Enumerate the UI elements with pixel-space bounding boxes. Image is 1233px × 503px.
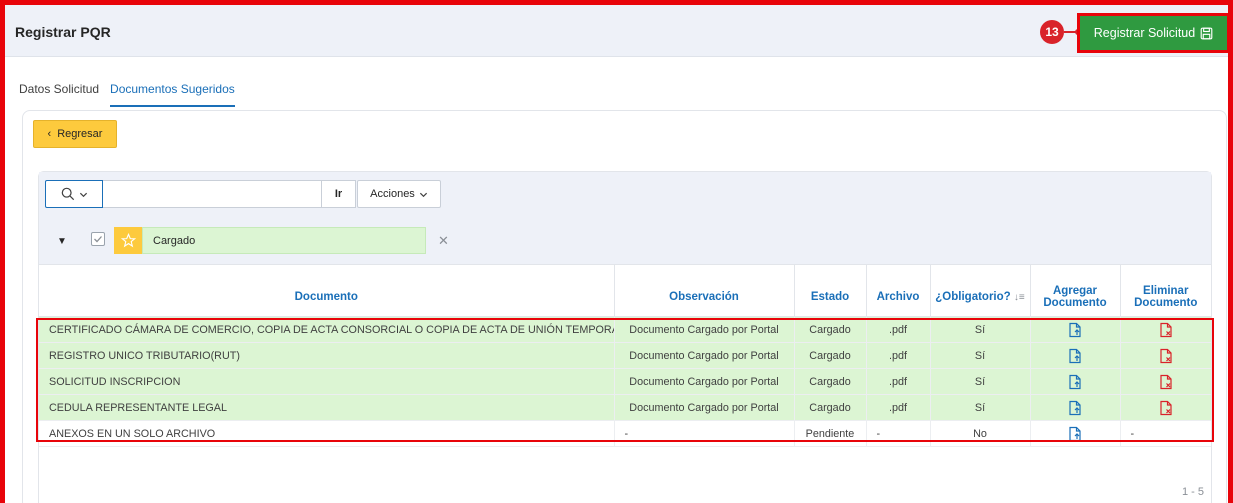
- cell-agregar[interactable]: [1030, 368, 1121, 395]
- chevron-down-icon: [79, 192, 87, 197]
- cell-estado: Cargado: [794, 394, 867, 421]
- file-delete-icon[interactable]: [1159, 400, 1173, 416]
- cell-agregar[interactable]: [1030, 342, 1121, 369]
- cell-estado: Cargado: [794, 342, 867, 369]
- cell-estado: Pendiente: [794, 420, 867, 447]
- chevron-left-icon: ‹: [47, 128, 52, 140]
- cell-archivo: .pdf: [866, 368, 931, 395]
- table-header-row: Documento Observación Estado Archivo ¿Ob…: [39, 264, 1211, 317]
- column-header-documento[interactable]: Documento: [39, 264, 615, 317]
- back-button-label: Regresar: [57, 128, 103, 140]
- column-header-eliminar[interactable]: Eliminar Documento: [1120, 264, 1211, 317]
- register-button-label: Registrar Solicitud: [1093, 26, 1196, 40]
- column-header-observacion[interactable]: Observación: [614, 264, 795, 317]
- search-input[interactable]: [103, 180, 322, 208]
- column-header-archivo[interactable]: Archivo: [866, 264, 931, 317]
- cell-agregar[interactable]: [1030, 394, 1121, 421]
- file-delete-icon[interactable]: [1159, 322, 1173, 338]
- back-button[interactable]: ‹ Regresar: [33, 120, 117, 148]
- filter-chip-cargado[interactable]: Cargado: [142, 227, 426, 254]
- cell-estado: Cargado: [794, 368, 867, 395]
- cell-eliminar[interactable]: [1120, 368, 1211, 395]
- cell-archivo: -: [866, 420, 931, 447]
- sort-descending-icon: ↓≡: [1013, 291, 1025, 303]
- tab-datos-solicitud[interactable]: Datos Solicitud: [19, 82, 99, 107]
- file-upload-icon[interactable]: [1068, 374, 1082, 390]
- file-upload-icon[interactable]: [1068, 400, 1082, 416]
- cell-eliminar[interactable]: [1120, 342, 1211, 369]
- cell-observacion: -: [614, 420, 795, 447]
- file-upload-icon[interactable]: [1068, 322, 1082, 338]
- table-row: CEDULA REPRESENTANTE LEGAL Documento Carg…: [39, 394, 1211, 421]
- cell-observacion: Documento Cargado por Portal: [614, 316, 795, 343]
- filter-collapse-toggle[interactable]: ▼: [57, 236, 67, 247]
- table-row: SOLICITUD INSCRIPCION Documento Cargado p…: [39, 368, 1211, 395]
- filter-enable-checkbox[interactable]: [91, 232, 105, 246]
- table-row: ANEXOS EN UN SOLO ARCHIVO - Pendiente - No -: [39, 420, 1211, 447]
- cell-eliminar: -: [1120, 420, 1211, 447]
- file-upload-icon[interactable]: [1068, 426, 1082, 442]
- cell-eliminar[interactable]: [1120, 316, 1211, 343]
- cell-documento: CERTIFICADO CÁMARA DE COMERCIO, COPIA DE…: [39, 316, 615, 343]
- cell-observacion: Documento Cargado por Portal: [614, 394, 795, 421]
- cell-observacion: Documento Cargado por Portal: [614, 368, 795, 395]
- step-marker-badge: 13: [1040, 20, 1064, 44]
- search-bar: Ir: [45, 180, 356, 208]
- cell-archivo: .pdf: [866, 342, 931, 369]
- search-go-button[interactable]: Ir: [322, 180, 356, 208]
- table-row: REGISTRO UNICO TRIBUTARIO(RUT) Documento …: [39, 342, 1211, 369]
- cell-archivo: .pdf: [866, 394, 931, 421]
- cell-obligatorio: No: [930, 420, 1031, 447]
- cell-estado: Cargado: [794, 316, 867, 343]
- file-upload-icon[interactable]: [1068, 348, 1082, 364]
- file-delete-icon[interactable]: [1159, 374, 1173, 390]
- cell-agregar[interactable]: [1030, 420, 1121, 447]
- cell-archivo: .pdf: [866, 316, 931, 343]
- cell-agregar[interactable]: [1030, 316, 1121, 343]
- cell-documento: REGISTRO UNICO TRIBUTARIO(RUT): [39, 342, 615, 369]
- documents-table: Documento Observación Estado Archivo ¿Ob…: [39, 264, 1211, 447]
- cell-obligatorio: Sí: [930, 316, 1031, 343]
- column-header-estado[interactable]: Estado: [794, 264, 867, 317]
- star-icon: [120, 233, 136, 248]
- file-delete-icon[interactable]: [1159, 348, 1173, 364]
- actions-menu-button[interactable]: Acciones: [357, 180, 441, 208]
- pagination-info: 1 - 5: [1182, 486, 1205, 498]
- cell-eliminar[interactable]: [1120, 394, 1211, 421]
- floppy-disk-icon: [1200, 27, 1213, 39]
- checkmark-icon: [94, 236, 102, 243]
- cell-documento: CEDULA REPRESENTANTE LEGAL: [39, 394, 615, 421]
- filter-remove-icon[interactable]: ✕: [438, 233, 449, 249]
- actions-menu-label: Acciones: [370, 188, 415, 200]
- table-row: CERTIFICADO CÁMARA DE COMERCIO, COPIA DE…: [39, 316, 1211, 343]
- column-header-obligatorio[interactable]: ¿Obligatorio? ↓≡: [930, 264, 1031, 317]
- cell-documento: ANEXOS EN UN SOLO ARCHIVO: [39, 420, 615, 447]
- column-header-agregar[interactable]: Agregar Documento: [1030, 264, 1121, 317]
- search-column-selector[interactable]: [45, 180, 103, 208]
- magnifier-icon: [61, 187, 74, 201]
- cell-documento: SOLICITUD INSCRIPCION: [39, 368, 615, 395]
- cell-obligatorio: Sí: [930, 368, 1031, 395]
- tab-bar: Datos Solicitud Documentos Sugeridos: [19, 82, 235, 107]
- register-request-button[interactable]: Registrar Solicitud: [1080, 16, 1227, 50]
- tab-documentos-sugeridos[interactable]: Documentos Sugeridos: [110, 82, 235, 107]
- page-title: Registrar PQR: [15, 24, 111, 40]
- saved-report-star: [114, 227, 142, 254]
- chevron-down-icon: [419, 192, 427, 197]
- cell-obligatorio: Sí: [930, 342, 1031, 369]
- cell-obligatorio: Sí: [930, 394, 1031, 421]
- cell-observacion: Documento Cargado por Portal: [614, 342, 795, 369]
